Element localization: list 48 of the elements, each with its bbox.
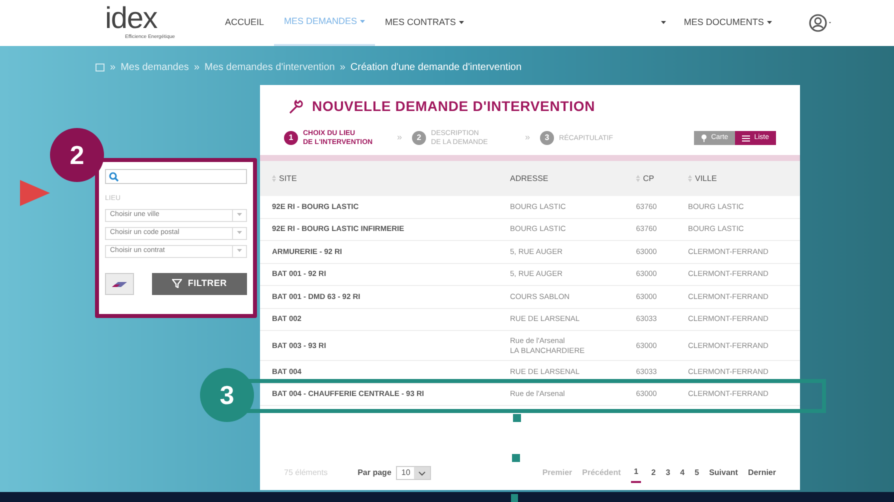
step-separator: » — [397, 131, 402, 144]
pagination-link[interactable]: Dernier — [748, 464, 776, 482]
search-field[interactable] — [105, 169, 247, 184]
pointer-triangle — [20, 180, 50, 206]
nav-link[interactable]: MES DOCUMENTS — [674, 0, 782, 46]
per-page-label: Par page — [358, 467, 392, 479]
sort-icon[interactable] — [688, 175, 692, 182]
dash-mark — [511, 494, 518, 502]
user-icon[interactable] — [808, 13, 834, 33]
step-separator: » — [525, 131, 530, 144]
breadcrumb-link[interactable]: Création d'une demande d'intervention — [350, 60, 522, 75]
pagination-link[interactable]: 5 — [694, 464, 700, 482]
logo-text: idex — [105, 4, 158, 34]
filter-button[interactable]: FILTRER — [152, 272, 247, 294]
step-marker: 2 — [50, 128, 104, 182]
sort-icon[interactable] — [272, 175, 276, 182]
page-title: NOUVELLE DEMANDE D'INTERVENTION — [312, 97, 596, 116]
search-icon — [109, 172, 119, 182]
filter-icon — [172, 279, 182, 288]
home-icon[interactable] — [95, 63, 105, 72]
pagination-link[interactable]: 3 — [666, 464, 670, 482]
wrench-icon — [288, 98, 304, 114]
sort-icon[interactable] — [636, 175, 640, 182]
breadcrumb-separator: » — [194, 61, 200, 75]
breadcrumb-separator: » — [110, 61, 116, 75]
step-number: 3 — [540, 131, 554, 145]
step-number: 1 — [284, 131, 298, 145]
caret-icon — [237, 231, 242, 235]
pagination-link[interactable]: 1 — [630, 463, 642, 483]
step-number: 2 — [412, 131, 426, 145]
nav-link[interactable]: MES CONTRATS — [375, 0, 474, 46]
pagination-link[interactable]: Suivant — [709, 464, 738, 482]
list-icon — [742, 134, 750, 142]
step-marker: 3 — [200, 368, 254, 422]
chevron-icon — [418, 470, 426, 476]
eraser-button[interactable] — [105, 272, 134, 294]
per-page-select[interactable]: 10 — [396, 466, 432, 480]
caret-icon — [237, 213, 242, 217]
column-header[interactable]: VILLE — [695, 172, 717, 184]
pagination-link[interactable]: 2 — [651, 464, 656, 482]
breadcrumb-separator: » — [340, 61, 346, 75]
nav-link[interactable]: ACCUEIL — [215, 0, 274, 46]
column-header[interactable]: SITE — [279, 172, 297, 184]
column-header[interactable]: ADRESSE — [510, 172, 548, 184]
column-header[interactable]: CP — [643, 172, 654, 184]
caret-icon — [237, 249, 242, 253]
pagination-link[interactable]: 4 — [680, 464, 685, 482]
pin-icon — [701, 134, 708, 142]
